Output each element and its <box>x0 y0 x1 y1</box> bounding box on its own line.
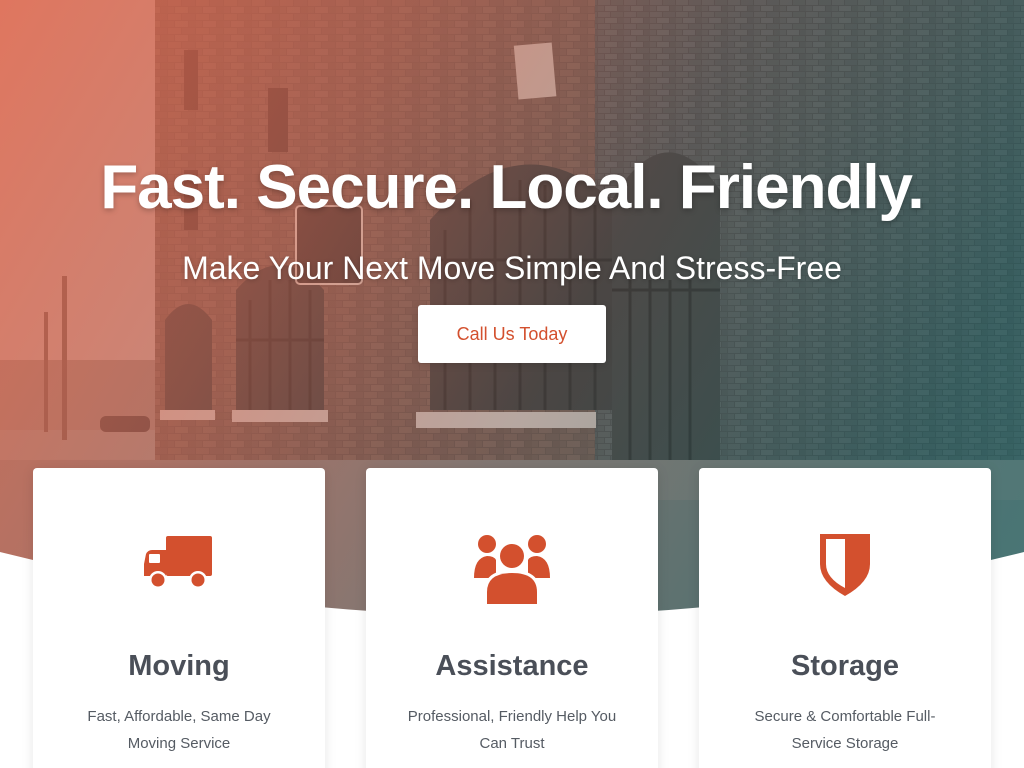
truck-icon <box>33 534 325 606</box>
hero-subtitle: Make Your Next Move Simple And Stress-Fr… <box>182 250 842 286</box>
call-us-today-button[interactable]: Call Us Today <box>418 305 606 363</box>
card-title: Moving <box>128 650 230 683</box>
card-description: Secure & Comfortable Full-Service Storag… <box>754 708 936 752</box>
service-card-assistance: Assistance Professional, Friendly Help Y… <box>366 468 658 768</box>
page: Fast. Secure. Local. Friendly. Make Your… <box>0 0 1024 768</box>
shield-icon <box>699 534 991 606</box>
card-description: Fast, Affordable, Same Day Moving Servic… <box>87 708 271 752</box>
card-title: Storage <box>791 650 899 683</box>
hero-title: Fast. Secure. Local. Friendly. <box>100 152 924 222</box>
service-card-moving: Moving Fast, Affordable, Same Day Moving… <box>33 468 325 768</box>
card-description: Professional, Friendly Help You Can Trus… <box>407 708 617 752</box>
card-title: Assistance <box>435 650 589 683</box>
users-icon <box>366 534 658 606</box>
service-card-storage: Storage Secure & Comfortable Full-Servic… <box>699 468 991 768</box>
